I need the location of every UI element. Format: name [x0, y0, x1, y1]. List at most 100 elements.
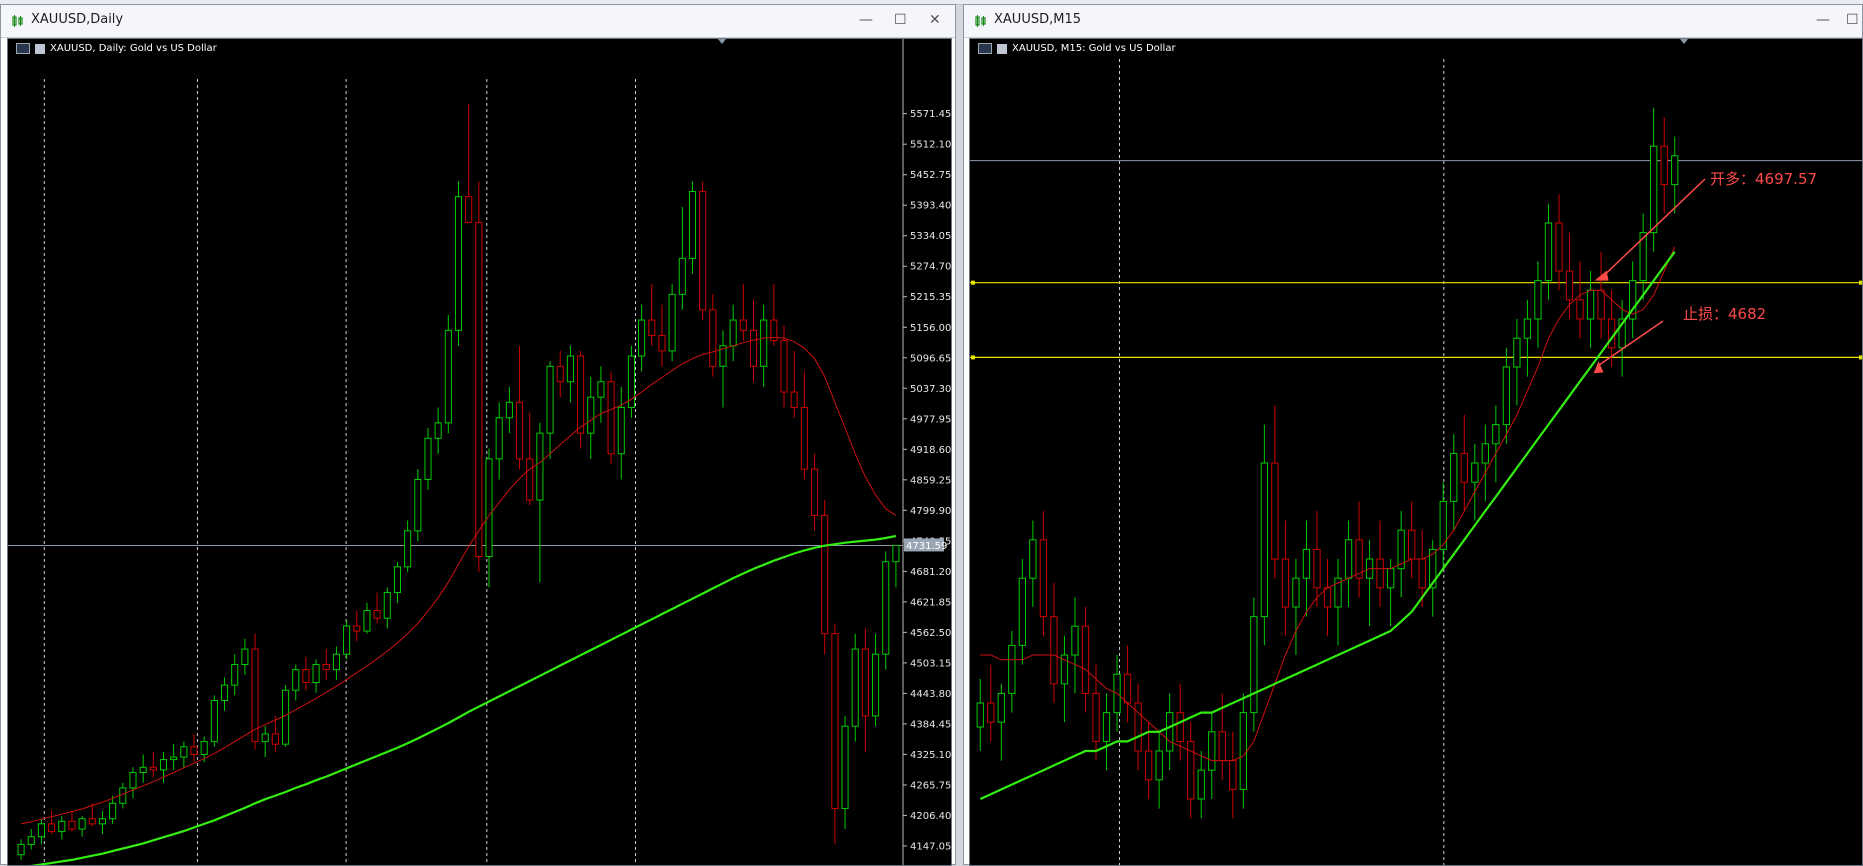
candle-body	[363, 610, 371, 632]
candle-body	[37, 823, 45, 838]
price-tick-label: 4384.45	[910, 719, 951, 730]
m15-candlestick-chart: 开多：4697.57 止损：4682	[970, 39, 1862, 865]
candle-body	[1271, 462, 1279, 560]
daily-window-titlebar[interactable]: XAUUSD,Daily — ☐ ✕	[1, 5, 955, 38]
candle-body	[749, 329, 758, 367]
minimize-button[interactable]: —	[1816, 13, 1830, 27]
candle-body	[1471, 462, 1479, 483]
candle-body	[302, 669, 310, 683]
candle-body	[68, 820, 76, 830]
price-tick-label: 4918.60	[910, 445, 951, 456]
candle-body	[1302, 548, 1311, 579]
m15-chart-label: XAUUSD, M15: Gold vs US Dollar	[978, 43, 1176, 54]
candle-body	[241, 648, 249, 666]
candle-body	[1576, 299, 1584, 320]
close-button[interactable]: ✕	[929, 13, 941, 27]
daily-chart-window[interactable]: XAUUSD,Daily — ☐ ✕ XAUUSD, Daily: Gold v…	[0, 4, 956, 866]
candle-body	[648, 319, 656, 336]
candle-body	[353, 625, 361, 632]
candle-body	[414, 478, 422, 532]
candle-body	[149, 766, 157, 771]
candle-body	[1650, 145, 1658, 234]
candle-body	[861, 648, 869, 717]
candle-body	[976, 702, 984, 728]
candle-body	[322, 664, 330, 671]
daily-chart-label-text: XAUUSD, Daily: Gold vs US Dollar	[50, 43, 217, 54]
candle-body	[1418, 558, 1426, 589]
candle-body	[1250, 616, 1258, 714]
candle-body	[587, 396, 595, 434]
candle-body	[997, 692, 1005, 723]
minimize-button[interactable]: —	[859, 13, 873, 27]
candle-body	[841, 725, 849, 809]
candle-body	[1671, 155, 1679, 186]
price-tick-label: 4325.10	[910, 750, 951, 761]
candle-body	[109, 802, 117, 820]
candle-body	[1292, 577, 1300, 608]
candle-body	[1565, 270, 1574, 301]
candle-body	[1144, 750, 1153, 781]
candle-body	[261, 733, 269, 743]
candle-body	[1386, 568, 1395, 589]
candle-body	[454, 196, 463, 331]
candle-body	[1450, 452, 1458, 502]
candle-body	[58, 820, 66, 833]
level-handle	[971, 280, 975, 285]
candle-body	[831, 633, 839, 809]
price-tick-label: 4265.75	[910, 780, 951, 791]
maximize-button[interactable]: ☐	[1846, 13, 1859, 27]
chart-window-icon	[16, 43, 30, 54]
price-tick-label: 4799.90	[910, 506, 951, 517]
price-tick-label: 5037.30	[910, 384, 951, 395]
candle-body	[1039, 539, 1048, 618]
m15-chart-label-text: XAUUSD, M15: Gold vs US Dollar	[1012, 43, 1176, 54]
candle-body	[668, 293, 676, 352]
candle-body	[1344, 539, 1353, 579]
candle-body	[872, 653, 880, 717]
candle-body	[658, 334, 666, 352]
candle-body	[1660, 145, 1668, 186]
candle-body	[220, 684, 229, 701]
candle-body	[383, 592, 391, 619]
symbol-icon	[997, 43, 1007, 54]
candle-body	[200, 741, 208, 755]
candle-body	[465, 196, 473, 223]
candle-body	[1555, 222, 1563, 272]
m15-chart-area[interactable]: XAUUSD, M15: Gold vs US Dollar 开多：4697.5…	[969, 38, 1863, 866]
fast-moving-average-line	[20, 336, 897, 825]
candle-body	[1081, 625, 1090, 694]
daily-chart-area[interactable]: XAUUSD, Daily: Gold vs US Dollar 5571.45…	[7, 38, 952, 866]
candle-body	[515, 401, 524, 460]
candle-body	[1492, 424, 1500, 445]
candlestick-app-icon	[975, 15, 986, 27]
candle-body	[404, 530, 412, 568]
candle-body	[1018, 577, 1027, 646]
candle-body	[393, 566, 402, 594]
price-tick-label: 5096.65	[910, 353, 951, 364]
candle-body	[780, 340, 788, 393]
candle-body	[617, 406, 625, 455]
candle-body	[1502, 366, 1511, 426]
price-tick-label: 4977.95	[910, 414, 951, 425]
price-tick-label: 4859.25	[910, 475, 951, 486]
candle-body	[1239, 712, 1247, 790]
m15-window-titlebar[interactable]: XAUUSD,M15 — ☐	[964, 5, 1862, 38]
price-tick-label: 4147.05	[910, 841, 951, 852]
candle-body	[1176, 712, 1184, 742]
candle-body	[1092, 692, 1100, 742]
candle-body	[1071, 625, 1079, 656]
candle-body	[271, 733, 279, 745]
maximize-button[interactable]: ☐	[894, 13, 907, 27]
m15-chart-window[interactable]: XAUUSD,M15 — ☐ XAUUSD, M15: Gold vs US D…	[963, 4, 1863, 866]
candle-body	[987, 702, 995, 723]
candle-body	[373, 610, 381, 619]
candle-body	[139, 766, 147, 773]
price-tick-label: 4621.85	[910, 597, 951, 608]
candle-body	[607, 381, 615, 455]
candle-body	[17, 843, 25, 856]
candle-body	[48, 823, 56, 833]
stop-annotation-text: 止损：4682	[1683, 305, 1766, 323]
candle-body	[536, 432, 544, 501]
candle-body	[1323, 587, 1332, 608]
candle-body	[851, 648, 859, 727]
